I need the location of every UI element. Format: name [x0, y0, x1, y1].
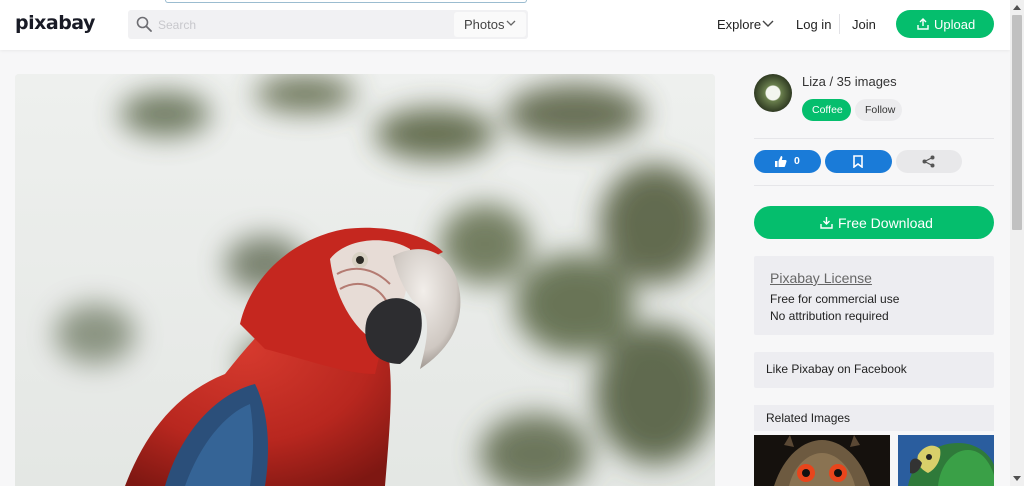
- download-icon: [820, 217, 833, 229]
- nav-divider: [839, 14, 840, 34]
- thumbs-up-icon: [775, 156, 787, 167]
- divider: [754, 138, 994, 139]
- follow-button[interactable]: Follow: [855, 99, 902, 121]
- macaw-thumbnail-image: [898, 435, 994, 486]
- scroll-thumb[interactable]: [1012, 15, 1022, 230]
- bookmark-icon: [853, 155, 863, 168]
- media-type-dropdown[interactable]: Photos: [454, 12, 526, 37]
- share-icon: [922, 155, 935, 168]
- nav-explore[interactable]: Explore: [717, 17, 761, 32]
- bookmark-button[interactable]: [825, 150, 892, 173]
- like-count: 0: [794, 155, 800, 167]
- upload-label: Upload: [934, 17, 976, 32]
- top-header: pixabay Photos Explore Log in Join Uploa…: [0, 0, 1010, 50]
- related-images-heading: Related Images: [754, 405, 994, 431]
- facebook-like-box[interactable]: Like Pixabay on Facebook: [754, 352, 994, 388]
- author-avatar[interactable]: [754, 74, 792, 112]
- related-image-thumbnail[interactable]: [754, 435, 890, 486]
- search-icon[interactable]: [136, 16, 152, 32]
- like-button[interactable]: 0: [754, 150, 821, 173]
- related-image-thumbnail[interactable]: [898, 435, 994, 486]
- search-bar: Photos: [128, 10, 528, 39]
- license-line-attribution: No attribution required: [770, 309, 889, 323]
- chevron-down-icon: [506, 20, 516, 26]
- author-name-count[interactable]: Liza / 35 images: [802, 74, 897, 89]
- share-button[interactable]: [896, 150, 962, 173]
- search-input[interactable]: [158, 14, 448, 35]
- divider: [754, 185, 994, 186]
- license-line-commercial: Free for commercial use: [770, 292, 900, 306]
- search-focus-outline: [165, 0, 527, 3]
- main-photo[interactable]: [15, 74, 715, 486]
- free-download-label: Free Download: [838, 215, 933, 231]
- scroll-down-arrow-icon[interactable]: [1013, 476, 1021, 482]
- nav-join[interactable]: Join: [852, 17, 876, 32]
- license-box: Pixabay License Free for commercial use …: [754, 256, 994, 335]
- pixabay-logo[interactable]: pixabay: [15, 12, 95, 34]
- page-scrollbar[interactable]: [1010, 0, 1024, 486]
- upload-button[interactable]: Upload: [896, 10, 994, 38]
- scroll-up-arrow-icon[interactable]: [1013, 4, 1021, 10]
- owl-thumbnail-image: [754, 435, 890, 486]
- chevron-down-icon[interactable]: [762, 19, 774, 29]
- license-link[interactable]: Pixabay License: [770, 270, 872, 286]
- upload-icon: [917, 18, 929, 30]
- coffee-button[interactable]: Coffee: [802, 99, 851, 121]
- parrot-image: [15, 74, 715, 486]
- media-type-label: Photos: [464, 17, 505, 32]
- free-download-button[interactable]: Free Download: [754, 206, 994, 239]
- nav-login[interactable]: Log in: [796, 17, 831, 32]
